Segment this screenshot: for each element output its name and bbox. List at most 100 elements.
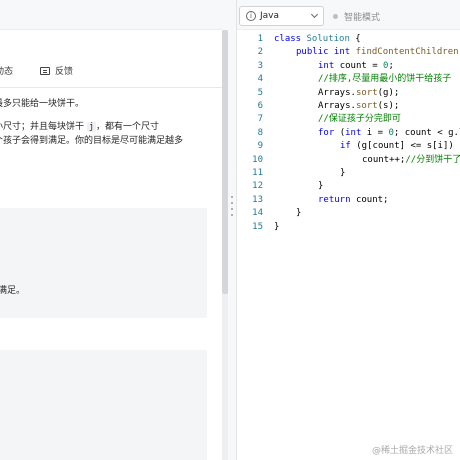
code-editor: i Java 智能模式 1 class Solution {2 public int… xyxy=(236,0,460,460)
code-line[interactable]: 2 public int findContentChildren(int xyxy=(237,46,460,59)
code-token: { xyxy=(349,34,361,44)
code-line[interactable]: 7 //保证孩子分完即可 xyxy=(237,113,460,126)
scrollbar-thumb[interactable] xyxy=(222,30,228,294)
feedback-icon xyxy=(40,66,50,75)
code-text: } xyxy=(340,167,345,180)
example-block-2 xyxy=(0,350,207,460)
watermark: @稀土掘金技术社区 xyxy=(372,446,454,456)
code-text: } xyxy=(296,207,301,220)
code-text: if (g[count] <= s[i]) { xyxy=(340,140,460,153)
description-line-3: 个孩子会得到满足。你的目标是尽可能满足越多 xyxy=(0,136,184,146)
code-line[interactable]: 5 Arrays.sort(g); xyxy=(237,87,460,100)
code-token: int xyxy=(318,60,340,71)
code-token: //排序,尽量用最小的饼干给孩子 xyxy=(318,74,452,85)
code-token: //保证孩子分完即可 xyxy=(318,114,401,125)
code-token: Arrays. xyxy=(318,87,356,98)
code-line[interactable]: 9 if (g[count] <= s[i]) { xyxy=(237,140,460,153)
code-line[interactable]: 11} xyxy=(237,167,460,180)
code-line[interactable]: 4 //排序,尽量用最小的饼干给孩子 xyxy=(237,73,460,86)
problem-topbar xyxy=(0,0,222,30)
tab-feedback[interactable]: 反馈 xyxy=(40,64,73,77)
code-token: i = xyxy=(366,127,389,138)
resize-handle[interactable] xyxy=(231,196,234,222)
code-token: class xyxy=(274,34,307,44)
code-text: count++;//分到饼干了就 xyxy=(362,154,460,167)
line-number: 15 xyxy=(252,221,263,232)
line-number: 7 xyxy=(257,114,263,125)
tab-feedback-label: 反馈 xyxy=(55,67,74,77)
code-token: sort xyxy=(355,101,378,111)
line-number: 11 xyxy=(252,168,263,178)
code-token: count = xyxy=(339,60,384,71)
code-line[interactable]: 10 count++;//分到饼干了就 xyxy=(237,154,460,167)
description-line-2-prefix: 小尺寸；并且每块饼干 xyxy=(0,122,87,132)
line-number: 14 xyxy=(252,208,263,219)
code-token: ; count < g.le xyxy=(393,127,460,138)
code-token: sort xyxy=(355,87,378,98)
code-token: (g[count] <= s[i]) { xyxy=(356,141,460,152)
line-number: 9 xyxy=(257,141,263,152)
line-number: 6 xyxy=(257,101,263,111)
code-token: if xyxy=(340,141,357,152)
language-select[interactable]: i Java xyxy=(239,6,324,26)
code-token: for xyxy=(318,127,340,138)
code-token: Arrays. xyxy=(318,101,356,111)
code-token: return xyxy=(318,194,356,205)
code-line[interactable]: 6 Arrays.sort(s); xyxy=(237,100,460,113)
language-select-value: Java xyxy=(260,11,280,21)
smart-mode-label: 智能模式 xyxy=(344,13,381,23)
code-text: Arrays.sort(s); xyxy=(318,100,399,113)
code-line[interactable]: 3 int count = 0; xyxy=(237,60,460,73)
code-token: //分到饼干了就 xyxy=(405,154,460,165)
problem-panel: 题动态 反馈 最多只能给一块饼干。 小尺寸；并且每块饼干 j，都有一个尺寸 个孩… xyxy=(0,0,222,460)
code-token: count; xyxy=(355,194,389,205)
code-text: for (int i = 0; count < g.le xyxy=(318,127,460,140)
description-line-1: 最多只能给一块饼干。 xyxy=(0,99,85,109)
line-number: 1 xyxy=(257,34,263,44)
code-text: Arrays.sort(g); xyxy=(318,87,399,100)
example-block-1: 满足。 xyxy=(0,208,207,318)
code-token: ; xyxy=(388,60,394,71)
code-line[interactable]: 8 for (int i = 0; count < g.le xyxy=(237,127,460,140)
code-area[interactable]: 1 class Solution {2 public int findContent… xyxy=(237,30,460,460)
line-number: 2 xyxy=(257,47,263,58)
code-text: return count; xyxy=(318,194,388,207)
description-line-2-suffix: ，都有一个尺寸 xyxy=(96,122,160,132)
line-number: 3 xyxy=(257,60,263,71)
code-text: } xyxy=(318,180,323,193)
code-line[interactable]: 12} xyxy=(237,180,460,193)
line-number: 10 xyxy=(252,154,263,165)
code-text: int count = 0; xyxy=(318,60,394,73)
code-token: int xyxy=(345,127,367,138)
info-icon: i xyxy=(246,11,256,21)
code-token: (s); xyxy=(377,101,400,111)
code-text: //排序,尽量用最小的饼干给孩子 xyxy=(318,73,451,86)
code-text: //保证孩子分完即可 xyxy=(318,113,401,126)
editor-toolbar: i Java 智能模式 xyxy=(237,0,460,30)
code-token: public int xyxy=(296,47,356,58)
inline-code-j: j xyxy=(86,122,96,132)
code-line[interactable]: 1 class Solution { xyxy=(237,33,460,46)
problem-tabs: 题动态 反馈 xyxy=(0,58,222,88)
code-line[interactable]: 14} xyxy=(237,207,460,220)
code-token: Solution xyxy=(306,34,350,44)
description-line-2: 小尺寸；并且每块饼干 j ，都有一个尺寸 xyxy=(0,121,159,133)
line-number: 5 xyxy=(257,87,263,98)
line-number: 4 xyxy=(257,74,263,85)
smart-mode-toggle[interactable]: 智能模式 xyxy=(333,10,380,23)
line-number: 13 xyxy=(252,194,263,205)
code-token: } xyxy=(296,208,302,219)
code-token: } xyxy=(340,168,346,178)
code-text: public int findContentChildren(int xyxy=(296,46,460,59)
code-token: (g); xyxy=(377,87,400,98)
tab-dynamic[interactable]: 题动态 xyxy=(0,64,13,77)
chevron-down-icon xyxy=(310,10,319,19)
code-token: } xyxy=(318,181,324,192)
code-token: count++; xyxy=(362,154,406,165)
code-token: } xyxy=(274,221,280,232)
code-line[interactable]: 13 return count; xyxy=(237,194,460,207)
scrollbar-track[interactable] xyxy=(222,294,228,460)
code-text: class Solution { xyxy=(274,33,361,46)
description-line-4: 。 xyxy=(0,149,3,161)
code-line[interactable]: 15} xyxy=(237,221,460,234)
